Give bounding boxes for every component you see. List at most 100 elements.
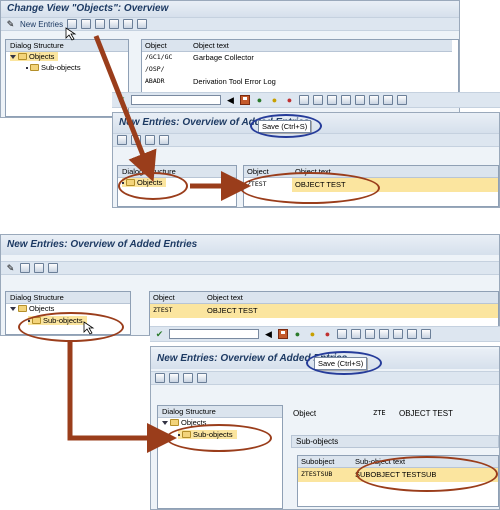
column-header-object-text[interactable]: Object text — [204, 292, 498, 304]
command-field[interactable] — [131, 95, 221, 105]
screen4-dialog-structure: Dialog Structure Objects Sub-objects — [157, 405, 283, 509]
select-all-icon[interactable] — [145, 135, 155, 145]
deselect-icon[interactable] — [159, 135, 169, 145]
subobjects-section-header: Sub-objects — [291, 435, 499, 448]
print-icon[interactable] — [337, 329, 347, 339]
first-page-icon[interactable] — [379, 329, 389, 339]
save-icon[interactable] — [278, 329, 288, 339]
deselect-icon[interactable] — [197, 373, 207, 383]
tree-item-label: Objects — [29, 304, 55, 313]
table-cell-object-text[interactable]: OBJECT TEST — [204, 305, 258, 316]
prev-page-icon[interactable] — [393, 329, 403, 339]
back-icon[interactable]: ● — [254, 95, 265, 106]
tree-item-sub-objects[interactable]: Sub-objects — [26, 63, 81, 72]
object-value: ZTE — [373, 409, 386, 417]
next-page-icon[interactable] — [369, 95, 379, 105]
undo-icon[interactable] — [95, 19, 106, 29]
cancel-icon[interactable]: ● — [322, 329, 333, 340]
details-icon[interactable] — [20, 263, 30, 273]
find-next-icon[interactable] — [327, 95, 337, 105]
object-text-value: OBJECT TEST — [399, 409, 453, 418]
column-header-object[interactable]: Object — [150, 292, 204, 304]
tooltip-highlight-oval — [306, 351, 382, 375]
arrow-sub-objects-to-screen4 — [67, 342, 177, 453]
save-icon[interactable] — [240, 95, 250, 105]
tooltip-highlight-oval — [250, 114, 322, 138]
command-field[interactable] — [169, 329, 259, 339]
object-label: Object — [293, 409, 317, 418]
select-all-icon[interactable] — [109, 19, 120, 29]
back-arrow-icon[interactable]: ◀ — [263, 329, 274, 340]
delete-icon[interactable] — [169, 373, 179, 383]
back-arrow-icon[interactable]: ◀ — [225, 95, 236, 106]
prev-page-icon[interactable] — [355, 95, 365, 105]
help-icon[interactable] — [397, 95, 407, 105]
last-page-icon[interactable] — [421, 329, 431, 339]
annotation-oval-subobject-row — [356, 456, 498, 492]
next-page-icon[interactable] — [407, 329, 417, 339]
last-page-icon[interactable] — [383, 95, 393, 105]
folder-icon — [30, 64, 39, 71]
deselect-icon[interactable] — [123, 19, 134, 29]
folder-icon — [18, 53, 27, 60]
bullet-icon — [26, 66, 28, 69]
table-cell-object[interactable]: /GC1/GC — [142, 52, 172, 63]
screen4-command-bar: ✔ ◀ ● ● ● — [150, 326, 500, 342]
table-cell-object-text[interactable]: Derivation Tool Error Log — [190, 76, 276, 87]
annotation-oval-sub-objects — [18, 312, 124, 342]
column-header-subobject[interactable]: Subobject — [298, 456, 352, 468]
pencil-icon[interactable]: ✎ — [5, 263, 16, 274]
expand-icon[interactable] — [10, 306, 16, 311]
tree-item-label: Objects — [29, 52, 55, 61]
annotation-oval-sub-objects-2 — [166, 424, 272, 452]
dialog-structure-header: Dialog Structure — [6, 292, 130, 304]
table-cell-object-text[interactable]: Garbage Collector — [190, 52, 254, 63]
check-icon[interactable]: ✔ — [154, 329, 165, 340]
find-icon[interactable] — [313, 95, 323, 105]
dialog-structure-header: Dialog Structure — [6, 40, 128, 52]
details-icon[interactable] — [117, 135, 127, 145]
screen2-command-bar: ✔ ◀ ● ● ● — [112, 92, 500, 108]
check-icon[interactable]: ✔ — [116, 95, 127, 106]
select-all-icon[interactable] — [183, 373, 193, 383]
delete-icon[interactable] — [81, 19, 92, 29]
copy-icon[interactable] — [67, 19, 78, 29]
details-icon[interactable] — [155, 373, 165, 383]
annotation-oval-objects — [118, 172, 188, 200]
table-cell-subobject[interactable]: ZTESTSUB — [298, 469, 332, 480]
select-block-icon[interactable] — [137, 19, 148, 29]
tree-item-objects[interactable]: Objects — [10, 304, 54, 313]
find-next-icon[interactable] — [365, 329, 375, 339]
column-header-object[interactable]: Object — [142, 40, 190, 52]
screen3-title: New Entries: Overview of Added Entries — [1, 235, 499, 255]
table-row-selected[interactable] — [150, 304, 498, 318]
exit-icon[interactable]: ● — [269, 95, 280, 106]
screen1-dialog-structure: Dialog Structure Objects Sub-objects — [5, 39, 129, 117]
column-header-object-text[interactable]: Object text — [190, 40, 452, 52]
annotation-oval-object-row — [240, 172, 380, 204]
print-icon[interactable] — [299, 95, 309, 105]
pencil-icon[interactable]: ✎ — [5, 19, 16, 30]
expand-icon[interactable] — [10, 54, 16, 59]
screen3-toolbar: ✎ — [1, 261, 499, 275]
deselect-icon[interactable] — [48, 263, 58, 273]
delete-icon[interactable] — [131, 135, 141, 145]
table-cell-object[interactable]: /OSP/ — [142, 64, 165, 75]
screen1-objects-table: Object Object text /GC1/GC Garbage Colle… — [141, 39, 459, 93]
tree-item-label: Sub-objects — [41, 63, 81, 72]
cancel-icon[interactable]: ● — [284, 95, 295, 106]
folder-icon — [170, 419, 179, 426]
table-cell-object[interactable]: ZTEST — [150, 305, 173, 316]
first-page-icon[interactable] — [341, 95, 351, 105]
exit-icon[interactable]: ● — [307, 329, 318, 340]
expand-icon[interactable] — [162, 420, 168, 425]
new-entries-button[interactable]: New Entries — [20, 20, 63, 29]
folder-icon — [18, 305, 27, 312]
find-icon[interactable] — [351, 329, 361, 339]
tree-item-objects[interactable]: Objects — [10, 52, 59, 61]
back-icon[interactable]: ● — [292, 329, 303, 340]
table-cell-object[interactable]: ABADR — [142, 76, 165, 87]
screen1-title: Change View "Objects": Overview — [1, 1, 459, 17]
select-all-icon[interactable] — [34, 263, 44, 273]
screen1-toolbar: ✎ New Entries — [1, 17, 459, 31]
